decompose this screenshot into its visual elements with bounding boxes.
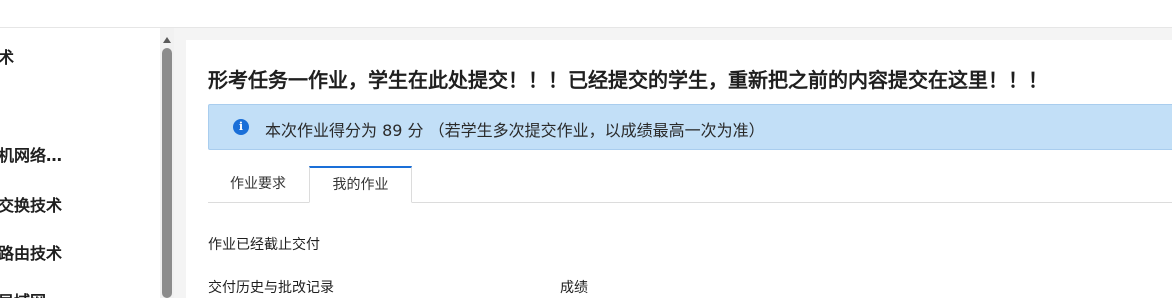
sidebar-item-1[interactable]: 术 [0, 44, 14, 68]
top-bar [0, 0, 1172, 28]
submission-status: 作业已经截止交付 [208, 237, 320, 253]
grade-label: 成绩 [560, 280, 588, 296]
scrollbar-thumb[interactable] [162, 48, 172, 298]
sidebar-scrollbar[interactable] [160, 28, 174, 298]
assignment-panel: 形考任务一作业，学生在此处提交！！！已经提交的学生，重新把之前的内容提交在这里！… [186, 40, 1172, 298]
tab-bar: 作业要求 我的作业 [208, 166, 1172, 203]
tab-assignment-requirements[interactable]: 作业要求 [208, 166, 308, 201]
page-title: 形考任务一作业，学生在此处提交！！！已经提交的学生，重新把之前的内容提交在这里！… [208, 68, 1048, 92]
info-icon: i [233, 119, 249, 135]
sidebar-item-lan[interactable]: 局域网 [0, 288, 46, 298]
tab-my-assignment[interactable]: 我的作业 [309, 166, 412, 203]
sidebar-item-network[interactable]: 机网络… [0, 142, 62, 166]
sidebar-item-routing[interactable]: 路由技术 [0, 240, 62, 264]
sidebar-item-switching[interactable]: 交换技术 [0, 192, 62, 216]
score-alert: i 本次作业得分为 89 分 （若学生多次提交作业，以成绩最高一次为准） [208, 104, 1172, 150]
score-alert-text: 本次作业得分为 89 分 （若学生多次提交作业，以成绩最高一次为准） [265, 121, 765, 140]
sidebar: 术 机网络… 交换技术 路由技术 局域网 [0, 28, 160, 298]
history-label: 交付历史与批改记录 [208, 280, 334, 296]
scroll-up-arrow-icon[interactable] [160, 34, 174, 46]
